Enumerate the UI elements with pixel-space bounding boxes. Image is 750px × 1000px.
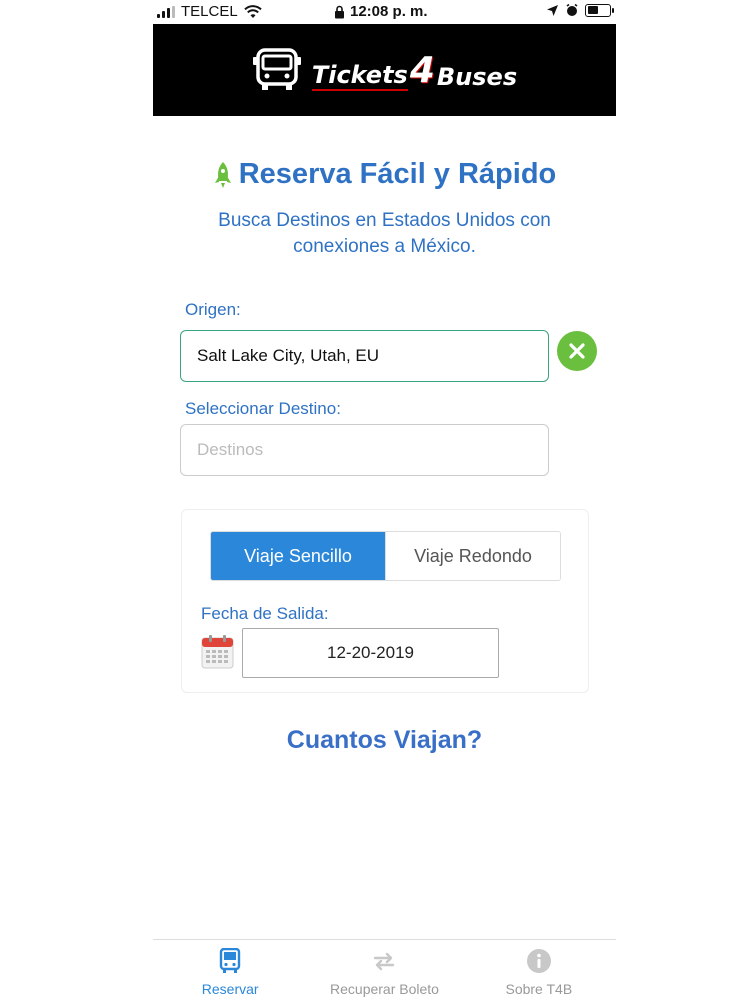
battery-icon xyxy=(585,3,614,17)
close-icon xyxy=(569,343,585,359)
tab-label: Recuperar Boleto xyxy=(330,981,439,997)
status-right xyxy=(546,3,614,17)
clock-time: 12:08 p. m. xyxy=(350,3,428,20)
brand-logo: Tickets 4 Buses xyxy=(311,49,518,91)
exchange-icon xyxy=(374,952,395,971)
tab-label: Sobre T4B xyxy=(505,981,573,997)
origin-field[interactable]: Salt Lake City, Utah, EU xyxy=(180,330,549,382)
signal-icon xyxy=(157,5,175,18)
clear-origin-button[interactable] xyxy=(557,331,597,371)
status-bar: TELCEL 12:08 p. m. xyxy=(0,0,750,24)
tab-sobre-t4b[interactable]: Sobre T4B xyxy=(462,940,616,1000)
tab-label: Reservar xyxy=(201,981,259,997)
status-left: TELCEL xyxy=(157,3,262,20)
destination-input[interactable] xyxy=(180,424,549,476)
origin-value: Salt Lake City, Utah, EU xyxy=(197,346,380,365)
tab-recuperar-boleto[interactable]: Recuperar Boleto xyxy=(307,940,461,1000)
passengers-heading: Cuantos Viajan? xyxy=(286,726,483,754)
one-way-button[interactable]: Viaje Sencillo xyxy=(211,532,385,580)
location-arrow-icon xyxy=(547,4,558,16)
tab-reservar[interactable]: Reservar xyxy=(153,940,307,1000)
info-icon xyxy=(526,949,551,973)
rocket-icon xyxy=(214,161,231,188)
wifi-icon xyxy=(244,4,262,18)
departure-date-label: Fecha de Salida: xyxy=(201,604,329,623)
app-header: Tickets 4 Buses xyxy=(153,24,616,116)
destination-label: Seleccionar Destino: xyxy=(185,399,341,418)
calendar-icon[interactable] xyxy=(201,635,234,669)
carrier-name: TELCEL xyxy=(181,3,238,20)
page-subtitle: Busca Destinos en Estados Unidos con con… xyxy=(218,210,551,257)
trip-type-segmented-control: Viaje Sencillo Viaje Redondo xyxy=(210,531,561,581)
lock-icon xyxy=(335,5,344,18)
page-title: Reserva Fácil y Rápido xyxy=(153,158,616,191)
bottom-tab-bar: Reservar Recuperar Boleto Sobre T4B xyxy=(153,939,616,1000)
round-trip-button[interactable]: Viaje Redondo xyxy=(385,532,560,580)
departure-date-field[interactable]: 12-20-2019 xyxy=(242,628,499,678)
origin-label: Origen: xyxy=(185,300,241,319)
status-center: 12:08 p. m. xyxy=(334,3,428,20)
bus-icon xyxy=(219,948,241,973)
departure-date-value: 12-20-2019 xyxy=(327,643,414,662)
trip-options-card: Viaje Sencillo Viaje Redondo Fecha de Sa… xyxy=(181,509,589,693)
alarm-clock-icon xyxy=(566,3,578,16)
bus-logo-icon xyxy=(252,48,301,90)
